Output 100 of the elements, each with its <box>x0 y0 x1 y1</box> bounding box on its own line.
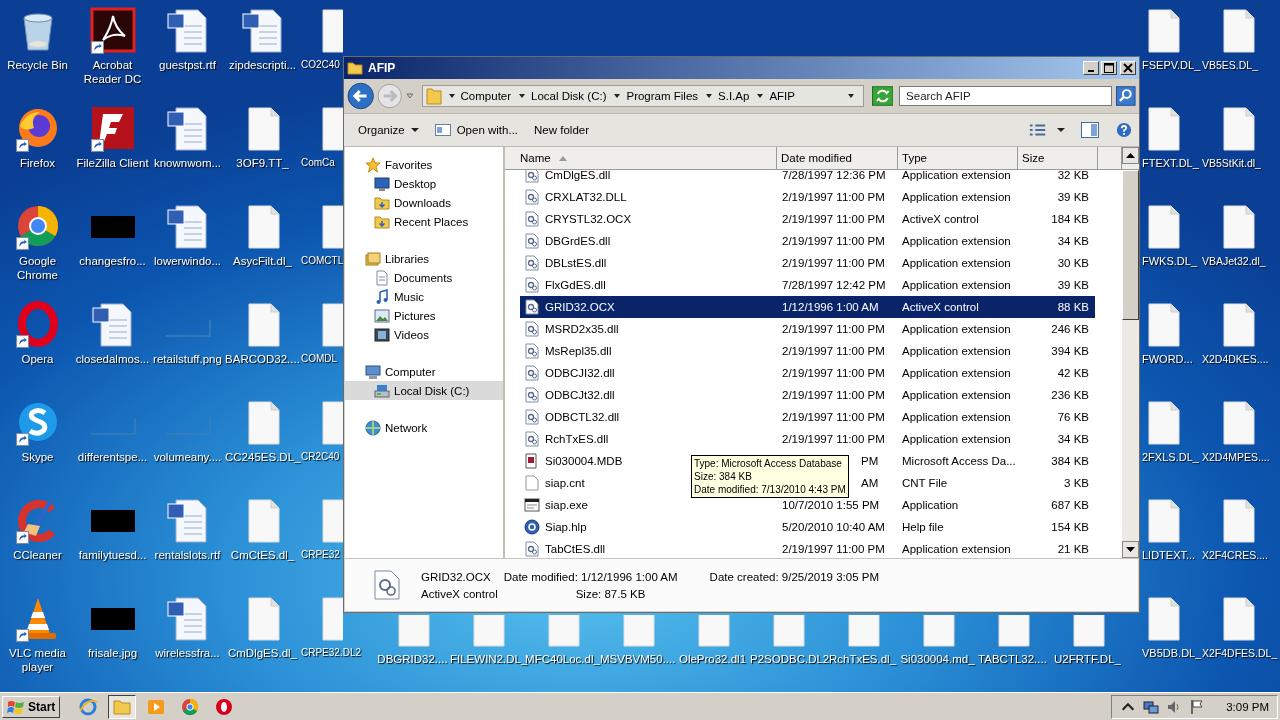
desktop-icon-label[interactable]: Acrobat Reader DC <box>75 58 150 86</box>
flag-icon[interactable] <box>1189 698 1206 715</box>
view-options-icon[interactable] <box>1029 122 1047 138</box>
file-name[interactable]: Siap.hlp <box>545 521 587 533</box>
help-icon[interactable] <box>1115 122 1133 138</box>
desktop-icon-label[interactable]: VB5DB.DL_ <box>1142 646 1202 660</box>
chevron-icon[interactable] <box>613 92 622 100</box>
desktop-icon-label[interactable]: COMCTL <box>301 254 344 268</box>
file-name[interactable]: CRYSTL32.OCX <box>545 213 632 225</box>
desktop-icon-label[interactable]: VBAJet32.dl_ <box>1202 254 1266 268</box>
file-name[interactable]: siap.cnt <box>545 477 585 489</box>
nav-item[interactable]: Desktop <box>345 174 503 193</box>
file-name[interactable]: MsRepl35.dll <box>545 345 612 357</box>
desktop-icon-label[interactable]: FWKS.DL_ <box>1142 254 1197 268</box>
refresh-button[interactable] <box>871 86 894 106</box>
breadcrumb[interactable]: Program Files <box>623 90 704 102</box>
nav-item[interactable]: Network <box>345 418 503 437</box>
nav-item[interactable]: Pictures <box>345 306 503 325</box>
desktop-icon-label[interactable]: VLC media player <box>0 646 75 674</box>
desktop-icon-label[interactable]: Skype <box>21 450 54 464</box>
chevron-icon[interactable] <box>756 92 765 100</box>
network-icon[interactable] <box>1143 698 1160 715</box>
toolbar-button[interactable]: New folder <box>528 121 595 139</box>
desktop-icon-label[interactable]: differentspe... <box>77 450 148 464</box>
scroll-down-button[interactable] <box>1122 541 1139 558</box>
desktop-icon-label[interactable]: 3OF9.TT_ <box>236 156 289 170</box>
file-name[interactable]: ODBCTL32.dll <box>545 411 620 423</box>
nav-item[interactable]: Videos <box>345 325 503 344</box>
nav-item[interactable]: Favorites <box>345 155 503 174</box>
file-name[interactable]: Si030004.MDB <box>545 455 623 467</box>
desktop-icon-label[interactable]: wirelessfra... <box>155 646 220 660</box>
scrollbar-track[interactable] <box>1122 170 1139 558</box>
desktop-icon-label[interactable]: Opera <box>21 352 54 366</box>
desktop-icon-label[interactable]: 2FXLS.DL_ <box>1142 450 1199 464</box>
desktop-icon-label[interactable]: BARCOD32.... <box>225 352 300 366</box>
desktop-icon-label[interactable]: changesfro... <box>79 254 146 268</box>
desktop-icon-label[interactable]: Firefox <box>19 156 56 170</box>
desktop-icon-label[interactable]: volumeany.... <box>153 450 222 464</box>
selected-file-row[interactable]: GRID32.OCX 1/12/1996 1:00 AM ActiveX control 88 KB <box>520 296 1095 318</box>
file-name[interactable]: DBGrdES.dll <box>545 235 611 247</box>
file-name[interactable]: FlxGdES.dll <box>545 279 606 291</box>
file-name[interactable]: ODBCJt32.dll <box>545 389 615 401</box>
caret-icon[interactable] <box>1057 126 1065 134</box>
organize-menu[interactable]: Organize <box>352 121 425 139</box>
desktop-icon-label[interactable]: Si030004.md_ <box>900 652 975 666</box>
desktop-icon-label[interactable]: zipdescripti... <box>228 58 297 72</box>
desktop-icon-label[interactable]: ComCa <box>301 156 335 170</box>
desktop-icon-label[interactable]: U2FRTF.DL_ <box>1054 652 1121 666</box>
chevron-icon[interactable] <box>705 92 714 100</box>
desktop-icon-label[interactable]: VB5ES.DL_ <box>1202 58 1259 72</box>
acrobat-icon[interactable] <box>88 6 137 54</box>
breadcrumb[interactable]: Local Disk (C:) <box>528 90 612 102</box>
desktop-icon-label[interactable]: frisale.jpg <box>87 646 138 660</box>
chevron-icon[interactable] <box>518 92 527 100</box>
file-name[interactable]: ODBCJI32.dll <box>545 367 615 379</box>
desktop-icon-label[interactable]: FWORD... <box>1142 352 1193 366</box>
scroll-up-button[interactable] <box>1122 147 1139 164</box>
back-button[interactable] <box>347 82 375 110</box>
nav-item[interactable]: Downloads <box>345 193 503 212</box>
preview-pane-icon[interactable] <box>1081 122 1099 138</box>
nav-item[interactable]: Libraries <box>345 249 503 268</box>
file-name[interactable]: RchTxES.dll <box>545 433 609 445</box>
nav-item[interactable]: Computer <box>345 362 503 381</box>
history-dropdown-icon[interactable] <box>405 92 414 100</box>
desktop-icon-label[interactable]: AsycFilt.dl_ <box>233 254 292 268</box>
desktop-icon-label[interactable]: X2F4DFES.DL_ <box>1202 646 1277 660</box>
desktop-icon-label[interactable]: rentalslots.rtf <box>154 548 221 562</box>
close-button[interactable] <box>1120 61 1136 75</box>
maximize-button[interactable] <box>1101 61 1117 75</box>
explorer-taskbar-button[interactable] <box>108 694 137 719</box>
nav-item[interactable]: Documents <box>345 268 503 287</box>
file-name[interactable]: TabCtES.dll <box>545 543 606 555</box>
breadcrumb[interactable]: Computer <box>457 90 517 102</box>
nav-item[interactable]: Local Disk (C:) <box>345 381 503 400</box>
desktop-icon-label[interactable]: closedalmos... <box>75 352 150 366</box>
desktop-icon-label[interactable]: FTEXT.DL_ <box>1142 156 1199 170</box>
file-name[interactable]: CmDlgES.dll <box>545 170 611 181</box>
desktop-icon-label[interactable]: Recycle Bin <box>7 58 68 72</box>
desktop-icon-label[interactable]: familytuesd... <box>78 548 147 562</box>
nav-item[interactable]: Recent Places <box>345 212 503 231</box>
desktop-icon-label[interactable]: retailstuff.png <box>153 352 222 366</box>
desktop-icon-label[interactable]: CC245ES.DL_ <box>225 450 300 464</box>
desktop-icon-label[interactable]: lowerwindo... <box>153 254 222 268</box>
caret-icon[interactable] <box>846 92 855 100</box>
file-name[interactable]: DBLstES.dll <box>545 257 607 269</box>
minimize-button[interactable] <box>1083 61 1099 75</box>
nav-item[interactable]: Music <box>345 287 503 306</box>
chevron-icon[interactable] <box>447 92 456 100</box>
desktop-icon-label[interactable]: CCleaner <box>13 548 62 562</box>
breadcrumb[interactable]: AFIP <box>766 90 800 102</box>
file-name[interactable]: siap.exe <box>545 499 588 511</box>
desktop-icon-label[interactable]: guestpst.rtf <box>159 58 216 72</box>
toolbar-button[interactable]: Open with... <box>428 121 525 139</box>
desktop-icon-label[interactable]: X2D4MPES.... <box>1202 450 1270 464</box>
desktop-icon-label[interactable]: CO2C40 <box>301 58 340 72</box>
desktop-icon-label[interactable]: FileZilla Client <box>76 156 149 170</box>
desktop-icon-label[interactable]: Google Chrome <box>0 254 75 282</box>
search-field[interactable]: Search AFIP <box>899 86 1113 106</box>
clock[interactable]: 3:09 PM <box>1226 700 1269 713</box>
desktop-icon-label[interactable]: FSEPV.DL_ <box>1142 58 1201 72</box>
